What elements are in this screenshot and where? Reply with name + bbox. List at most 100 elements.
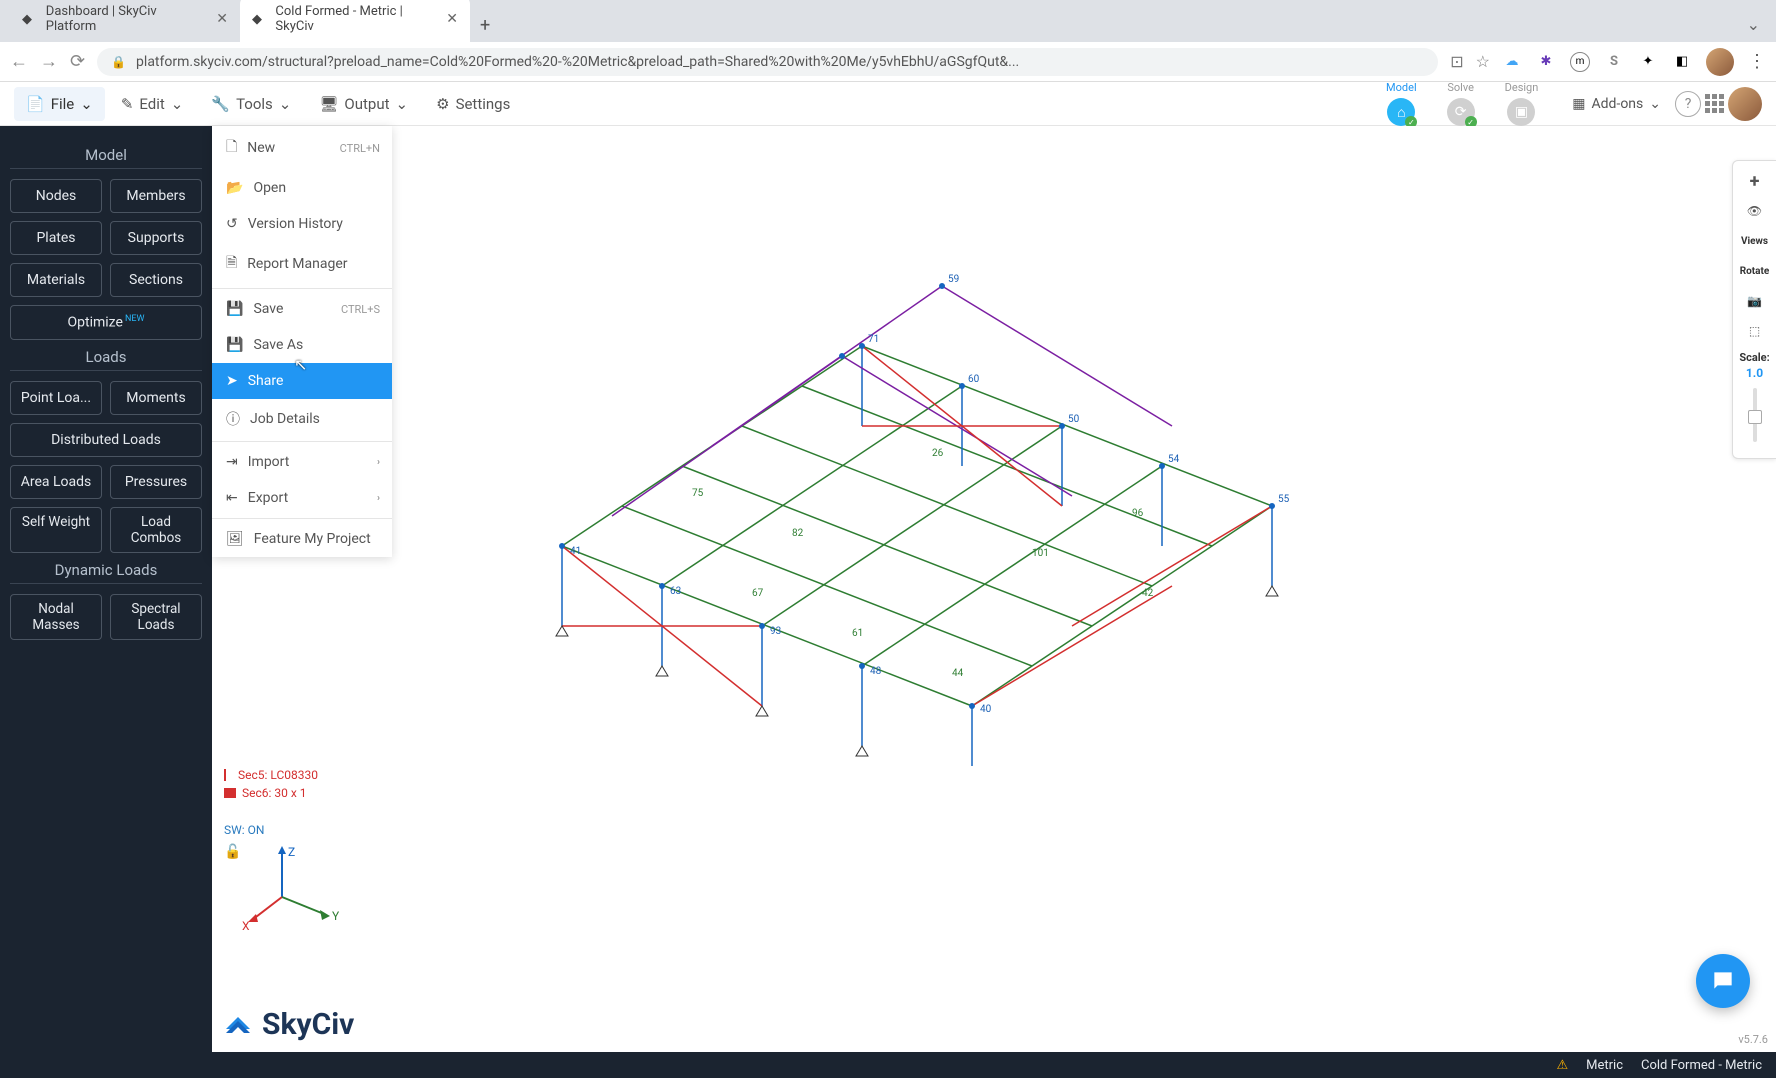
help-button[interactable]: ? — [1675, 91, 1701, 117]
view-tools-panel: + 👁 Views Rotate 📷 ⬚ Scale: 1.0 — [1732, 160, 1776, 459]
spectral-loads-button[interactable]: Spectral Loads — [110, 594, 202, 640]
addons-button[interactable]: ▦ Add-ons ⌄ — [1562, 90, 1671, 118]
menu-item-new[interactable]: 🗋NewCTRL+N — [212, 126, 392, 170]
model-status-icon: ⌂ — [1387, 98, 1415, 126]
browser-tab-dashboard[interactable]: ◆ Dashboard | SkyCiv Platform ✕ — [10, 0, 240, 42]
apps-icon: ▦ — [1572, 96, 1585, 112]
mode-tab-design[interactable]: Design ▣ — [1505, 81, 1539, 126]
url-text: platform.skyciv.com/structural?preload_n… — [136, 54, 1019, 70]
browser-toolbar: ← → ⟳ 🔒 platform.skyciv.com/structural?p… — [0, 42, 1776, 82]
bookmark-icon[interactable]: ☆ — [1476, 52, 1490, 71]
wrench-icon: 🔧 — [211, 95, 230, 113]
logo-icon — [222, 1009, 254, 1041]
menu-item-save[interactable]: 💾SaveCTRL+S — [212, 291, 392, 327]
mode-tabs: Model ⌂ Solve ⟳ Design ▣ — [1386, 81, 1538, 126]
slider-thumb[interactable] — [1748, 410, 1762, 424]
point-load-button[interactable]: Point Loa... — [10, 381, 102, 415]
menu-item-open[interactable]: 📂Open — [212, 170, 392, 206]
tools-menu-button[interactable]: 🔧 Tools ⌄ — [199, 87, 303, 121]
camera-button[interactable]: 📷 — [1737, 287, 1773, 315]
menu-item-feature-project[interactable]: 🖼Feature My Project — [212, 521, 392, 557]
kebab-menu-icon[interactable]: ⋮ — [1748, 51, 1766, 72]
svg-text:93: 93 — [770, 626, 781, 637]
tab-overflow-icon[interactable]: ⌄ — [1731, 7, 1776, 42]
mode-tab-solve[interactable]: Solve ⟳ — [1447, 81, 1475, 126]
settings-button[interactable]: ⚙ Settings — [424, 87, 522, 121]
chevron-down-icon: ⌄ — [279, 95, 292, 113]
edit-menu-button[interactable]: ✎ Edit ⌄ — [109, 87, 196, 121]
pressures-button[interactable]: Pressures — [110, 465, 202, 499]
ext-icon[interactable]: ☁ — [1502, 52, 1522, 72]
shortcut-label: CTRL+S — [341, 303, 380, 316]
svg-text:82: 82 — [792, 528, 804, 539]
svg-text:75: 75 — [692, 488, 704, 499]
file-menu-button[interactable]: 📄 File ⌄ — [14, 87, 105, 121]
scale-label: Scale: — [1739, 351, 1769, 364]
chevron-down-icon: ⌄ — [396, 95, 409, 113]
model-canvas[interactable]: 416393 484071 605054 5559 676144 7582101… — [212, 126, 1776, 1052]
new-tab-button[interactable]: + — [470, 9, 500, 42]
forward-button[interactable]: → — [40, 51, 58, 72]
area-loads-button[interactable]: Area Loads — [10, 465, 102, 499]
supports-button[interactable]: Supports — [110, 221, 202, 255]
moments-button[interactable]: Moments — [110, 381, 202, 415]
mode-tab-model[interactable]: Model ⌂ — [1386, 81, 1417, 126]
svg-text:50: 50 — [1068, 414, 1080, 425]
sections-button[interactable]: Sections — [110, 263, 202, 297]
svg-text:67: 67 — [752, 588, 764, 599]
scale-slider[interactable] — [1753, 388, 1757, 442]
nodal-masses-button[interactable]: Nodal Masses — [10, 594, 102, 640]
menu-item-job-details[interactable]: ⓘJob Details — [212, 399, 392, 439]
menu-item-import[interactable]: ⇥Import› — [212, 444, 392, 480]
unlock-icon[interactable]: 🔓 — [224, 844, 241, 860]
output-menu-button[interactable]: 🖥 Output ⌄ — [307, 87, 420, 121]
menu-item-report-manager[interactable]: 🗎Report Manager — [212, 242, 392, 286]
sidepanel-icon[interactable]: ◧ — [1672, 52, 1692, 72]
units-label[interactable]: Metric — [1586, 1058, 1623, 1073]
chevron-down-icon: ⌄ — [80, 95, 93, 113]
apps-grid-button[interactable] — [1705, 94, 1724, 113]
zoom-in-button[interactable]: + — [1737, 167, 1773, 195]
views-button[interactable]: Views — [1737, 227, 1773, 255]
reload-button[interactable]: ⟳ — [70, 51, 85, 72]
warning-icon[interactable]: ⚠ — [1556, 1058, 1568, 1073]
install-app-icon[interactable]: ⊡ — [1450, 52, 1463, 71]
nodes-button[interactable]: Nodes — [10, 179, 102, 213]
solve-status-icon: ⟳ — [1447, 98, 1475, 126]
chat-support-button[interactable] — [1696, 954, 1750, 1008]
members-button[interactable]: Members — [110, 179, 202, 213]
svg-text:63: 63 — [670, 586, 681, 597]
materials-button[interactable]: Materials — [10, 263, 102, 297]
distributed-loads-button[interactable]: Distributed Loads — [10, 423, 202, 457]
ext-icon[interactable]: m — [1570, 52, 1590, 72]
favicon-icon: ◆ — [22, 11, 38, 27]
browser-tab-active[interactable]: ◆ Cold Formed - Metric | SkyCiv ✕ — [240, 0, 470, 42]
menu-item-share[interactable]: ➤Share ↖ — [212, 363, 392, 399]
visibility-button[interactable]: 👁 — [1737, 197, 1773, 225]
ext-icon[interactable]: ✱ — [1536, 52, 1556, 72]
chevron-down-icon: ⌄ — [1649, 96, 1661, 112]
info-icon: ⓘ — [226, 409, 240, 429]
ext-icon[interactable]: S — [1604, 52, 1624, 72]
load-combos-button[interactable]: Load Combos — [110, 507, 202, 553]
project-name[interactable]: Cold Formed - Metric — [1641, 1058, 1762, 1073]
close-icon[interactable]: ✕ — [216, 11, 228, 27]
rotate-button[interactable]: Rotate — [1737, 257, 1773, 285]
url-bar[interactable]: 🔒 platform.skyciv.com/structural?preload… — [97, 48, 1438, 76]
plates-button[interactable]: Plates — [10, 221, 102, 255]
svg-text:55: 55 — [1278, 494, 1290, 505]
user-avatar[interactable] — [1728, 87, 1762, 121]
self-weight-button[interactable]: Self Weight — [10, 507, 102, 553]
back-button[interactable]: ← — [10, 51, 28, 72]
extensions-icon[interactable]: ✦ — [1638, 52, 1658, 72]
pencil-icon: ✎ — [121, 95, 134, 113]
menu-item-version-history[interactable]: ↺Version History — [212, 206, 392, 242]
close-icon[interactable]: ✕ — [446, 11, 458, 27]
menu-item-export[interactable]: ⇤Export› — [212, 480, 392, 516]
optimize-button[interactable]: OptimizeNEW — [10, 305, 202, 340]
axis-orientation-widget[interactable]: Z X Y — [242, 842, 342, 932]
chevron-right-icon: › — [377, 493, 380, 504]
save-icon: 💾 — [226, 301, 243, 317]
box-button[interactable]: ⬚ — [1737, 317, 1773, 345]
profile-avatar[interactable] — [1706, 48, 1734, 76]
